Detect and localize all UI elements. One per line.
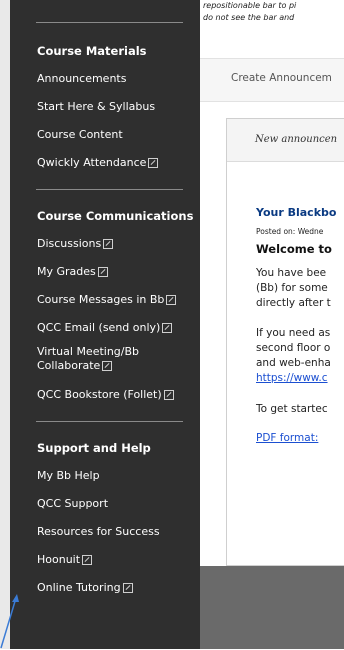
- announcement-link[interactable]: https://www.c: [256, 371, 344, 386]
- main-content: repositionable bar to pi do not see the …: [200, 0, 344, 649]
- sidebar-item-my-bb-help[interactable]: My Bb Help: [10, 462, 200, 490]
- announcement-paragraph-1: You have bee (Bb) for some directly afte…: [256, 267, 331, 309]
- external-link-icon: [82, 555, 93, 565]
- sidebar-item-course-messages[interactable]: Course Messages in Bb: [10, 286, 200, 314]
- sidebar-item-resources-success[interactable]: Resources for Success: [10, 518, 200, 546]
- sidebar-item-qcc-support[interactable]: QCC Support: [10, 490, 200, 518]
- external-link-icon: [122, 583, 133, 593]
- announcement-posted: Posted on: Wedne: [256, 227, 324, 236]
- sidebar-item-online-tutoring[interactable]: Online Tutoring: [10, 574, 200, 602]
- action-bar: Create Announcem: [200, 58, 344, 102]
- external-link-icon: [97, 267, 108, 277]
- external-link-icon: [166, 295, 177, 305]
- announcement-paragraph-2: If you need as second floor o and web-en…: [256, 326, 344, 386]
- external-link-icon: [148, 158, 159, 168]
- pointer-arrow-icon: [0, 594, 19, 649]
- sidebar-item-start-here-syllabus[interactable]: Start Here & Syllabus: [10, 93, 200, 121]
- course-menu-sidebar: Course Materials Announcements Start Her…: [10, 0, 200, 649]
- sidebar-item-qwickly-attendance[interactable]: Qwickly Attendance: [10, 149, 200, 177]
- sidebar-item-hoonuit[interactable]: Hoonuit: [10, 546, 200, 574]
- announcement-card-header: New announcen: [227, 119, 344, 162]
- footer-strip: [200, 566, 344, 649]
- announcement-welcome: Welcome to: [256, 242, 332, 256]
- announcement-paragraph-3: To get startec: [256, 403, 328, 415]
- sidebar-item-discussions[interactable]: Discussions: [10, 230, 200, 258]
- sidebar-item-qcc-bookstore[interactable]: QCC Bookstore (Follet): [10, 381, 200, 409]
- sidebar-item-qcc-email[interactable]: QCC Email (send only): [10, 314, 200, 342]
- create-announcement-button[interactable]: Create Announcem: [231, 72, 332, 84]
- sidebar-item-virtual-meeting[interactable]: Virtual Meeting/Bb Collaborate: [10, 342, 200, 381]
- sidebar-item-course-content[interactable]: Course Content: [10, 121, 200, 149]
- section-title-course-communications: Course Communications: [37, 209, 194, 223]
- sidebar-item-my-grades[interactable]: My Grades: [10, 258, 200, 286]
- sidebar-item-announcements[interactable]: Announcements: [10, 65, 200, 93]
- external-link-icon: [103, 239, 114, 249]
- top-note: repositionable bar to pi do not see the …: [203, 1, 297, 22]
- section-title-support-help: Support and Help: [37, 441, 151, 455]
- announcement-title[interactable]: Your Blackbo: [256, 206, 336, 219]
- pdf-format-link[interactable]: PDF format:: [256, 432, 318, 444]
- external-link-icon: [162, 323, 173, 333]
- section-title-course-materials: Course Materials: [37, 44, 147, 58]
- external-link-icon: [163, 390, 174, 400]
- external-link-icon: [102, 361, 113, 371]
